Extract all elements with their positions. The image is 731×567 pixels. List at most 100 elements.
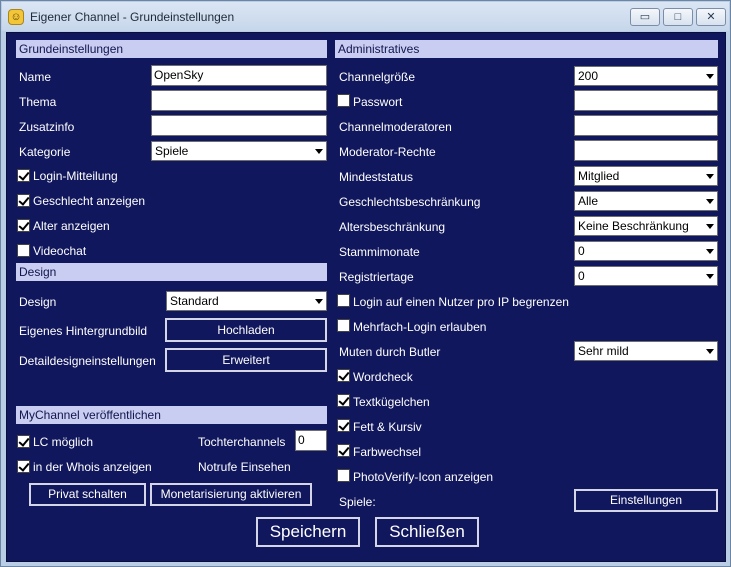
login-ip-checkbox[interactable]	[337, 294, 350, 307]
lc-moeglich-label: LC möglich	[33, 435, 94, 449]
channelmoderatoren-label: Channelmoderatoren	[339, 120, 452, 134]
login-mitteilung-label: Login-Mitteilung	[33, 169, 118, 183]
app-icon: ☺	[8, 9, 24, 25]
geschlechtsbeschraenkung-select[interactable]: Alle	[574, 191, 718, 211]
close-button[interactable]: ✕	[696, 8, 726, 26]
schliessen-button[interactable]: Schließen	[375, 517, 479, 547]
muten-label: Muten durch Butler	[339, 345, 441, 359]
videochat-label: Videochat	[33, 244, 87, 258]
chevron-down-icon	[706, 224, 714, 229]
erweitert-button[interactable]: Erweitert	[165, 348, 327, 372]
name-label: Name	[19, 70, 52, 84]
photoverify-label: PhotoVerify-Icon anzeigen	[353, 470, 494, 484]
mehrfach-login-checkbox[interactable]	[337, 319, 350, 332]
stammimonate-label: Stammimonate	[339, 245, 420, 259]
alter-anzeigen-checkbox[interactable]	[17, 219, 30, 232]
monetarisierung-button[interactable]: Monetarisierung aktivieren	[150, 483, 312, 506]
section-grundeinstellungen: Grundeinstellungen	[16, 40, 327, 58]
geschlechtsbeschraenkung-label: Geschlechtsbeschränkung	[339, 195, 481, 209]
photoverify-checkbox[interactable]	[337, 469, 350, 482]
geschlecht-anzeigen-label: Geschlecht anzeigen	[33, 194, 146, 208]
tochterchannels-label: Tochterchannels	[198, 435, 286, 449]
thema-input[interactable]	[151, 90, 327, 111]
channelgroesse-value: 200	[578, 69, 599, 83]
chevron-down-icon	[706, 274, 714, 279]
window: ☺ Eigener Channel - Grundeinstellungen ▭…	[0, 0, 731, 567]
tochterchannels-input[interactable]: 0	[295, 430, 327, 451]
zusatzinfo-label: Zusatzinfo	[19, 120, 75, 134]
chevron-down-icon	[315, 299, 323, 304]
chevron-down-icon	[706, 349, 714, 354]
chevron-down-icon	[706, 174, 714, 179]
login-mitteilung-checkbox[interactable]	[17, 169, 30, 182]
detaildesign-label: Detaildesigneinstellungen	[19, 354, 156, 368]
dialog-client: Grundeinstellungen Name OpenSky Thema Zu…	[6, 32, 726, 562]
chevron-down-icon	[315, 149, 323, 154]
muten-value: Sehr mild	[578, 344, 629, 358]
hochladen-button[interactable]: Hochladen	[165, 318, 327, 342]
fett-kursiv-label: Fett & Kursiv	[353, 420, 422, 434]
passwort-checkbox[interactable]	[337, 94, 350, 107]
einstellungen-button[interactable]: Einstellungen	[574, 489, 718, 512]
design-value: Standard	[170, 294, 219, 308]
registriertage-select[interactable]: 0	[574, 266, 718, 286]
textkuegelchen-checkbox[interactable]	[337, 394, 350, 407]
hintergrundbild-label: Eigenes Hintergrundbild	[19, 324, 148, 338]
registriertage-label: Registriertage	[339, 270, 414, 284]
mindeststatus-select[interactable]: Mitglied	[574, 166, 718, 186]
whois-checkbox[interactable]	[17, 460, 30, 473]
window-title: Eigener Channel - Grundeinstellungen	[30, 10, 235, 24]
geschlechtsbeschraenkung-value: Alle	[578, 194, 599, 208]
channelmoderatoren-input[interactable]	[574, 115, 718, 136]
privat-schalten-button[interactable]: Privat schalten	[29, 483, 146, 506]
channelgroesse-label: Channelgröße	[339, 70, 416, 84]
kategorie-select[interactable]: Spiele	[151, 141, 327, 161]
chevron-down-icon	[706, 249, 714, 254]
muten-select[interactable]: Sehr mild	[574, 341, 718, 361]
geschlecht-anzeigen-checkbox[interactable]	[17, 194, 30, 207]
maximize-button[interactable]: □	[663, 8, 693, 26]
speichern-button[interactable]: Speichern	[256, 517, 360, 547]
moderator-rechte-label: Moderator-Rechte	[339, 145, 436, 159]
passwort-label: Passwort	[353, 95, 403, 109]
channelgroesse-select[interactable]: 200	[574, 66, 718, 86]
chevron-down-icon	[706, 199, 714, 204]
videochat-checkbox[interactable]	[17, 244, 30, 257]
design-label: Design	[19, 295, 57, 309]
whois-label: in der Whois anzeigen	[33, 460, 152, 474]
stammimonate-value: 0	[578, 244, 585, 258]
registriertage-value: 0	[578, 269, 585, 283]
zusatzinfo-input[interactable]	[151, 115, 327, 136]
name-input[interactable]: OpenSky	[151, 65, 327, 86]
section-mychannel: MyChannel veröffentlichen	[16, 406, 327, 424]
mehrfach-login-label: Mehrfach-Login erlauben	[353, 320, 487, 334]
fett-kursiv-checkbox[interactable]	[337, 419, 350, 432]
farbwechsel-checkbox[interactable]	[337, 444, 350, 457]
section-design: Design	[16, 263, 327, 281]
altersbeschraenkung-label: Altersbeschränkung	[339, 220, 446, 234]
kategorie-label: Kategorie	[19, 145, 71, 159]
spiele-label: Spiele:	[339, 495, 376, 509]
passwort-input[interactable]	[574, 90, 718, 111]
moderator-rechte-input[interactable]	[574, 140, 718, 161]
mindeststatus-value: Mitglied	[578, 169, 620, 183]
textkuegelchen-label: Textkügelchen	[353, 395, 430, 409]
kategorie-value: Spiele	[155, 144, 189, 158]
lc-moeglich-checkbox[interactable]	[17, 435, 30, 448]
design-select[interactable]: Standard	[166, 291, 327, 311]
title-bar[interactable]: ☺ Eigener Channel - Grundeinstellungen ▭…	[2, 2, 729, 31]
altersbeschraenkung-value: Keine Beschränkung	[578, 219, 689, 233]
wordcheck-label: Wordcheck	[353, 370, 413, 384]
section-administratives: Administratives	[335, 40, 718, 58]
stammimonate-select[interactable]: 0	[574, 241, 718, 261]
chevron-down-icon	[706, 74, 714, 79]
wordcheck-checkbox[interactable]	[337, 369, 350, 382]
thema-label: Thema	[19, 95, 57, 109]
login-ip-label: Login auf einen Nutzer pro IP begrenzen	[353, 295, 569, 309]
altersbeschraenkung-select[interactable]: Keine Beschränkung	[574, 216, 718, 236]
mindeststatus-label: Mindeststatus	[339, 170, 414, 184]
alter-anzeigen-label: Alter anzeigen	[33, 219, 110, 233]
minimize-button[interactable]: ▭	[630, 8, 660, 26]
farbwechsel-label: Farbwechsel	[353, 445, 422, 459]
notrufe-label: Notrufe Einsehen	[198, 460, 291, 474]
